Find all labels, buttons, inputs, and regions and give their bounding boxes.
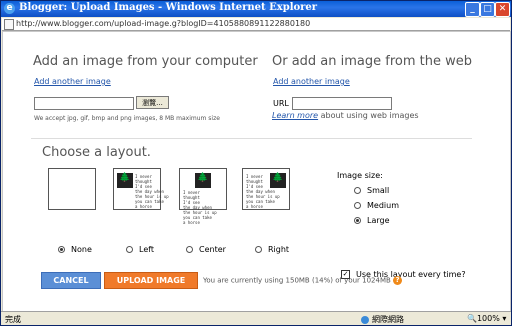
layout-option-label: None (71, 245, 92, 254)
security-zone: 網際網路 (361, 314, 404, 325)
storage-usage-text: You are currently using 150MB (14%) of y… (203, 276, 391, 285)
radio-none[interactable] (58, 246, 65, 253)
url-input[interactable] (292, 97, 392, 110)
radio-right[interactable] (255, 246, 262, 253)
layout-right-thumbnail[interactable]: I never thought I'd see the day when the… (242, 168, 290, 210)
size-option-medium[interactable]: Medium (354, 201, 399, 210)
layout-option-label: Center (199, 245, 226, 254)
size-option-small[interactable]: Small (354, 186, 389, 195)
add-another-image-link-web[interactable]: Add another image (273, 77, 350, 86)
layout-left-thumbnail[interactable]: I never thought I'd see the day when the… (113, 168, 169, 210)
computer-upload-heading: Add an image from your computer (33, 54, 258, 69)
close-button[interactable]: ✕ (495, 2, 510, 17)
image-size-label: Image size: (337, 171, 383, 180)
layout-option-none[interactable]: None (58, 245, 92, 254)
layout-option-label: Left (139, 245, 155, 254)
image-placeholder-icon (117, 173, 133, 188)
zoom-level[interactable]: 🔍100% ▾ (467, 314, 506, 323)
layout-option-left[interactable]: Left (126, 245, 154, 254)
learn-more-suffix: about using web images (318, 111, 419, 120)
layout-center-thumbnail[interactable]: I never thought I'd see the day when the… (179, 168, 227, 225)
globe-icon (361, 315, 369, 324)
maximize-button[interactable]: □ (480, 2, 495, 17)
image-placeholder-icon (270, 173, 286, 188)
page-icon (4, 19, 14, 30)
zoom-value: 100% (476, 314, 500, 323)
browser-window: e Blogger: Upload Images - Windows Inter… (0, 0, 512, 326)
upload-dialog: Add an image from your computer Or add a… (2, 31, 511, 312)
upload-image-button[interactable]: UPLOAD IMAGE (104, 272, 198, 289)
section-divider (31, 138, 472, 139)
status-text: 完成 (5, 315, 21, 324)
learn-more-note: Learn more about using web images (272, 111, 419, 120)
layout-title: Choose a layout. (42, 145, 151, 160)
help-icon[interactable]: ? (393, 276, 403, 285)
layout-option-right[interactable]: Right (255, 245, 289, 254)
browse-button[interactable]: 瀏覽... (136, 96, 169, 109)
learn-more-link[interactable]: Learn more (272, 111, 318, 120)
layout-option-label: Right (268, 245, 290, 254)
layout-option-center[interactable]: Center (186, 245, 226, 254)
web-upload-heading: Or add an image from the web (272, 54, 473, 69)
address-url[interactable]: http://www.blogger.com/upload-image.g?bl… (16, 18, 310, 30)
title-bar[interactable]: e Blogger: Upload Images - Windows Inter… (1, 1, 511, 17)
radio-medium[interactable] (354, 202, 361, 209)
file-path-input[interactable] (34, 97, 134, 110)
sample-text: I never thought I'd see the day when the… (135, 174, 169, 209)
zone-label: 網際網路 (372, 315, 404, 324)
address-bar[interactable]: http://www.blogger.com/upload-image.g?bl… (2, 18, 510, 31)
minimize-button[interactable]: _ (465, 2, 480, 17)
radio-small[interactable] (354, 187, 361, 194)
radio-large[interactable] (354, 217, 361, 224)
radio-left[interactable] (126, 246, 133, 253)
internet-explorer-icon: e (4, 3, 15, 14)
window-title: Blogger: Upload Images - Windows Interne… (19, 2, 318, 13)
status-bar: 完成 網際網路 🔍100% ▾ (1, 311, 511, 325)
image-placeholder-icon (195, 173, 211, 188)
cancel-button[interactable]: CANCEL (41, 272, 101, 289)
storage-usage: You are currently using 150MB (14%) of y… (203, 276, 403, 285)
accepted-formats-note: We accept jpg, gif, bmp and png images, … (34, 115, 220, 122)
size-option-label: Medium (367, 201, 399, 210)
size-option-large[interactable]: Large (354, 216, 390, 225)
layout-none-thumbnail[interactable] (48, 168, 96, 210)
size-option-label: Small (367, 186, 390, 195)
radio-center[interactable] (186, 246, 193, 253)
sample-text: I never thought I'd see the day when the… (183, 190, 217, 225)
add-another-image-link-computer[interactable]: Add another image (34, 77, 111, 86)
size-option-label: Large (367, 216, 390, 225)
url-label: URL (273, 99, 289, 108)
